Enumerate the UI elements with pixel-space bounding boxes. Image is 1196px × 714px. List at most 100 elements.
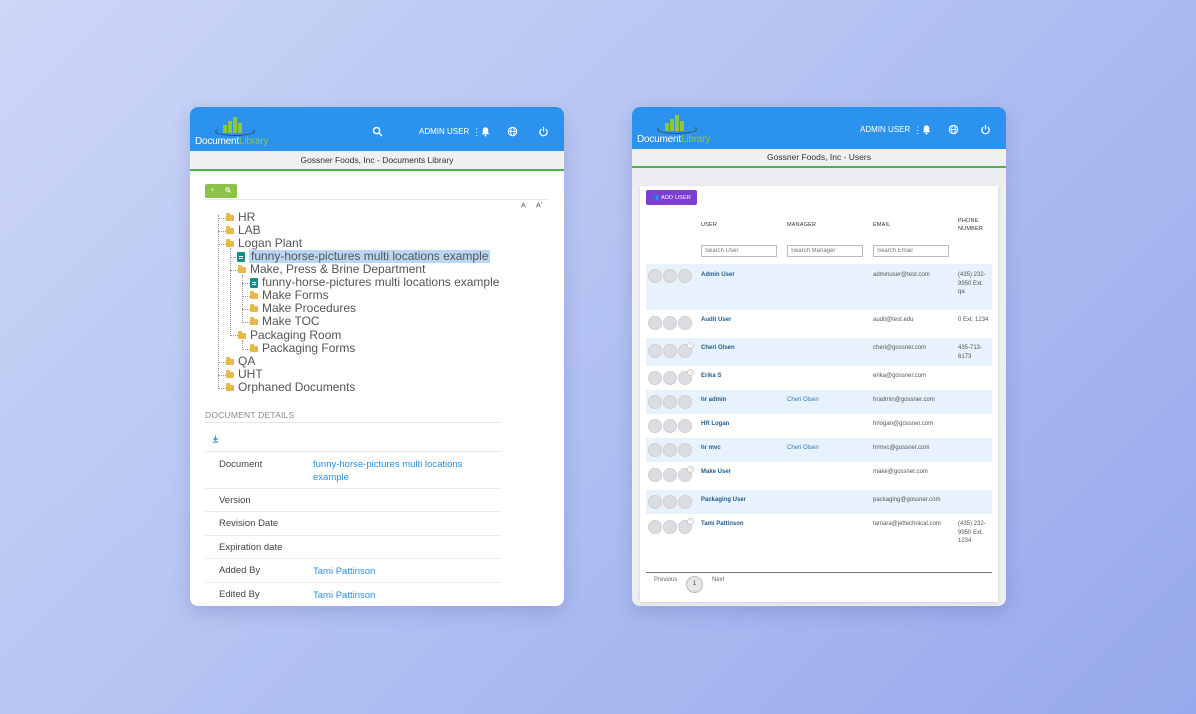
user-phone: (435) 232- 9950 Ext. 1234 — [958, 521, 986, 544]
user-name[interactable]: hr admin — [701, 396, 726, 405]
user-email: cheri@gossner.com — [873, 345, 927, 351]
edit-icon[interactable] — [648, 495, 662, 509]
plus-icon[interactable]: + — [211, 188, 215, 194]
document-library-logo[interactable]: DocumentLibrary — [637, 111, 727, 147]
edit-icon[interactable] — [648, 520, 662, 534]
user-menu[interactable]: ADMIN USER ⋮ — [860, 125, 922, 134]
edit-icon[interactable] — [648, 371, 662, 385]
edit-icon[interactable] — [648, 468, 662, 482]
table-row[interactable]: Admin User adminuser@test.com (435) 232-… — [646, 264, 992, 310]
user-manager[interactable]: Cheri Olsen — [787, 396, 819, 405]
user-phone: 435-713- 6173 — [958, 345, 983, 360]
user-name[interactable]: Admin User — [701, 271, 735, 280]
power-icon[interactable] — [978, 122, 992, 136]
view-icon[interactable] — [663, 316, 677, 330]
view-icon[interactable] — [663, 344, 677, 358]
detail-row-version: Version — [205, 488, 501, 511]
column-header-email[interactable]: EMAIL — [873, 221, 891, 229]
row-actions: ? — [648, 518, 694, 534]
globe-icon[interactable] — [505, 124, 519, 138]
column-header-phone[interactable]: PHONE NUMBER — [958, 217, 992, 233]
edit-icon[interactable] — [648, 269, 662, 283]
search-manager-input[interactable] — [787, 245, 863, 257]
table-row[interactable]: Audit User audit@test.edu 0 Ext. 1234 — [646, 310, 992, 338]
edit-icon[interactable] — [648, 344, 662, 358]
folder-icon — [226, 370, 234, 378]
delete-icon[interactable]: ? — [678, 342, 694, 358]
user-name[interactable]: hr mvc — [701, 444, 721, 453]
search-email-input[interactable] — [873, 245, 949, 257]
power-icon[interactable] — [536, 124, 550, 138]
add-user-button[interactable]: 👥 ADD USER — [646, 190, 697, 205]
table-row[interactable]: hr admin Cheri Olsen hradmin@gossner.com — [646, 390, 992, 414]
folder-icon — [238, 331, 246, 339]
user-email: hrlogan@gossner.com — [873, 421, 934, 427]
users-window: DocumentLibrary ADMIN USER ⋮ Gossner Foo… — [632, 107, 1006, 606]
delete-icon[interactable] — [678, 269, 692, 283]
table-row[interactable]: HR Logan hrlogan@gossner.com — [646, 414, 992, 438]
user-name[interactable]: Packaging User — [701, 496, 746, 505]
view-icon[interactable] — [663, 468, 677, 482]
document-icon — [250, 277, 258, 288]
next-page-button[interactable]: Next — [712, 577, 724, 583]
user-email: erika@gossner.com — [873, 373, 927, 379]
edit-icon[interactable] — [648, 316, 662, 330]
table-row[interactable]: ? Cheri Olsen cheri@gossner.com 435-713-… — [646, 338, 992, 366]
view-icon[interactable] — [663, 269, 677, 283]
user-name[interactable]: Cheri Olsen — [701, 344, 735, 353]
delete-icon[interactable] — [678, 395, 692, 409]
delete-icon[interactable]: ? — [678, 466, 694, 482]
delete-icon[interactable] — [678, 443, 692, 457]
tree-folder-orphaned-documents[interactable]: Orphaned Documents — [226, 381, 355, 394]
user-name[interactable]: Tami Pattinson — [701, 520, 744, 529]
download-icon[interactable] — [212, 435, 219, 443]
view-icon[interactable] — [663, 419, 677, 433]
increase-font-button[interactable]: A+ — [536, 200, 543, 209]
tree-folder-packaging-forms[interactable]: Packaging Forms — [250, 342, 355, 355]
search-user-input[interactable] — [701, 245, 777, 257]
folder-icon — [226, 357, 234, 365]
decrease-font-button[interactable]: A- — [521, 200, 527, 209]
edited-by-link[interactable]: Tami Pattinson — [313, 589, 493, 602]
tree-folder-make-toc[interactable]: Make TOC — [250, 315, 320, 328]
edit-icon[interactable] — [648, 443, 662, 457]
delete-icon[interactable] — [678, 316, 692, 330]
user-menu[interactable]: ADMIN USER ⋮ — [419, 127, 481, 136]
previous-page-button[interactable]: Previous — [654, 577, 677, 583]
document-icon — [237, 251, 245, 262]
page-subtitle: Gossner Foods, Inc - Users — [632, 149, 1006, 168]
added-by-link[interactable]: Tami Pattinson — [313, 565, 493, 578]
user-name[interactable]: HR Logan — [701, 420, 729, 429]
table-row[interactable]: hr mvc Cheri Olsen hrmvc@gossner.com — [646, 438, 992, 462]
user-manager[interactable]: Cheri Olsen — [787, 444, 819, 453]
view-icon[interactable] — [663, 371, 677, 385]
user-email: adminuser@test.com — [873, 272, 930, 278]
page-number-button[interactable]: 1 — [686, 576, 703, 593]
view-icon[interactable] — [663, 520, 677, 534]
search-icon[interactable] — [225, 187, 232, 195]
delete-icon[interactable] — [678, 419, 692, 433]
document-link[interactable]: funny-horse-pictures multi locations exa… — [313, 458, 493, 484]
delete-icon[interactable] — [678, 495, 692, 509]
bell-icon[interactable] — [478, 124, 492, 138]
user-name[interactable]: Audit User — [701, 316, 731, 325]
view-icon[interactable] — [663, 395, 677, 409]
user-name[interactable]: Make User — [701, 468, 731, 477]
user-name[interactable]: Erika S — [701, 372, 721, 381]
edit-icon[interactable] — [648, 395, 662, 409]
bell-icon[interactable] — [919, 122, 933, 136]
column-header-user[interactable]: USER — [701, 221, 717, 229]
view-icon[interactable] — [663, 495, 677, 509]
table-row[interactable]: ? Make User make@gossner.com — [646, 462, 992, 490]
view-icon[interactable] — [663, 443, 677, 457]
edit-icon[interactable] — [648, 419, 662, 433]
table-row[interactable]: ? Tami Pattinson tamara@jettechnical.com… — [646, 514, 992, 570]
search-icon[interactable] — [370, 124, 384, 138]
globe-icon[interactable] — [946, 122, 960, 136]
column-header-manager[interactable]: MANAGER — [787, 221, 816, 229]
table-row[interactable]: Packaging User packaging@gossner.com — [646, 490, 992, 514]
delete-icon[interactable]: ? — [678, 369, 694, 385]
delete-icon[interactable]: ? — [678, 518, 694, 534]
document-library-logo[interactable]: DocumentLibrary — [195, 113, 285, 149]
table-row[interactable]: ? Erika S erika@gossner.com — [646, 366, 992, 390]
